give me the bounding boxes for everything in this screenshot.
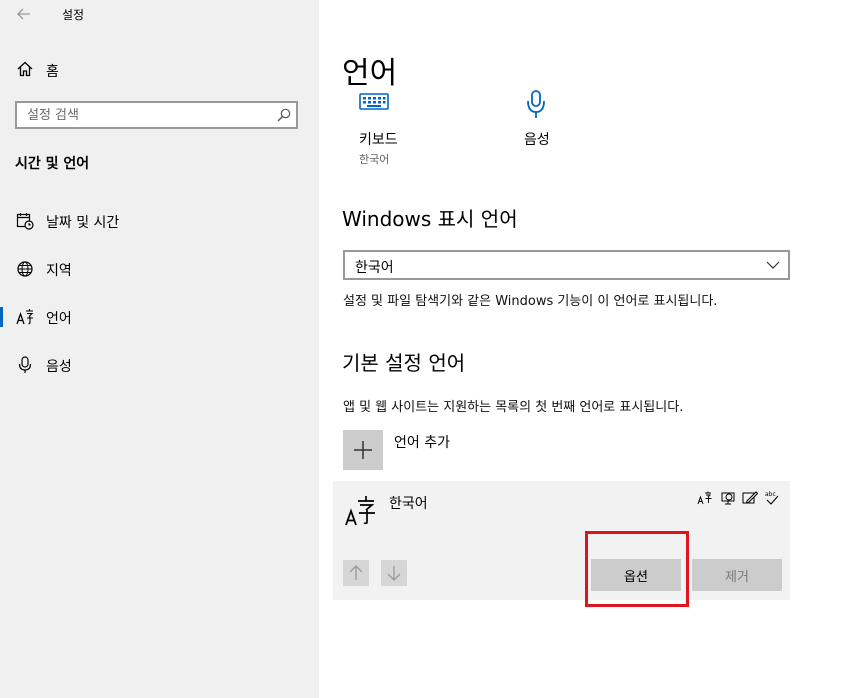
remove-button[interactable]: 제거 [692,559,782,591]
preferred-language-heading: 기본 설정 언어 [342,351,466,375]
search-icon[interactable] [276,107,292,123]
handwriting-icon [742,491,758,504]
home-label: 홈 [46,64,59,80]
display-language-value: 한국어 [355,260,394,276]
add-language-button[interactable]: 언어 추가 [343,430,643,472]
svg-text:abc: abc [765,491,776,498]
chevron-down-icon [766,261,780,269]
back-arrow-icon [17,8,30,20]
window-title: 설정 [62,8,85,22]
keyboard-shortcut[interactable]: 키보드 한국어 [359,88,479,168]
back-button[interactable] [14,4,34,24]
language-icon [345,496,375,526]
page-title: 언어 [342,56,398,91]
sidebar-item-region[interactable]: 지역 [0,251,319,287]
language-name: 한국어 [389,496,428,512]
keyboard-shortcut-sub: 한국어 [359,153,390,166]
main-content: 언어 키보드 한국어 음성 Windows 표시 언어 한국어 설정 및 파일 … [319,0,863,698]
language-item-korean[interactable]: 한국어 abc 옵션 제거 [333,481,790,600]
selected-indicator [0,307,3,327]
section-title: 시간 및 언어 [15,156,90,172]
speech-shortcut-label: 음성 [524,132,550,148]
move-down-button[interactable] [381,560,407,586]
home-link[interactable]: 홈 [16,60,296,80]
sidebar: 설정 홈 시간 및 언어 날짜 및 시간 지역 [0,0,319,698]
home-icon [17,61,33,77]
display-language-description: 설정 및 파일 탐색기와 같은 Windows 기능이 이 언어로 표시됩니다. [343,294,718,309]
search-input[interactable] [17,103,277,127]
add-language-label: 언어 추가 [394,435,450,451]
microphone-icon [527,90,545,118]
sidebar-item-speech[interactable]: 음성 [0,347,319,383]
plus-icon [354,441,372,459]
language-icon [16,309,34,325]
sidebar-item-label: 음성 [46,359,72,375]
speech-shortcut[interactable]: 음성 [524,88,644,168]
sidebar-item-language[interactable]: 언어 [0,299,319,335]
keyboard-shortcut-label: 키보드 [359,132,398,148]
sidebar-item-label: 지역 [46,263,72,279]
display-language-heading: Windows 표시 언어 [342,207,518,231]
globe-icon [17,261,33,277]
search-box [15,101,298,129]
microphone-icon [18,356,32,373]
plus-box [343,430,383,470]
spellcheck-icon: abc [765,491,779,505]
speech-icon [721,492,735,505]
sidebar-item-label: 언어 [46,311,72,327]
sidebar-item-date-time[interactable]: 날짜 및 시간 [0,203,319,239]
display-language-select[interactable]: 한국어 [343,250,790,280]
arrow-down-icon [387,566,401,581]
move-up-button[interactable] [343,560,369,586]
sidebar-item-label: 날짜 및 시간 [46,215,120,231]
arrow-up-icon [349,565,363,580]
keyboard-icon [359,93,389,110]
preferred-language-description: 앱 및 웹 사이트는 지원하는 목록의 첫 번째 언어로 표시됩니다. [343,400,684,415]
options-button[interactable]: 옵션 [591,559,681,591]
calendar-clock-icon [16,213,34,230]
display-language-icon [697,491,712,505]
